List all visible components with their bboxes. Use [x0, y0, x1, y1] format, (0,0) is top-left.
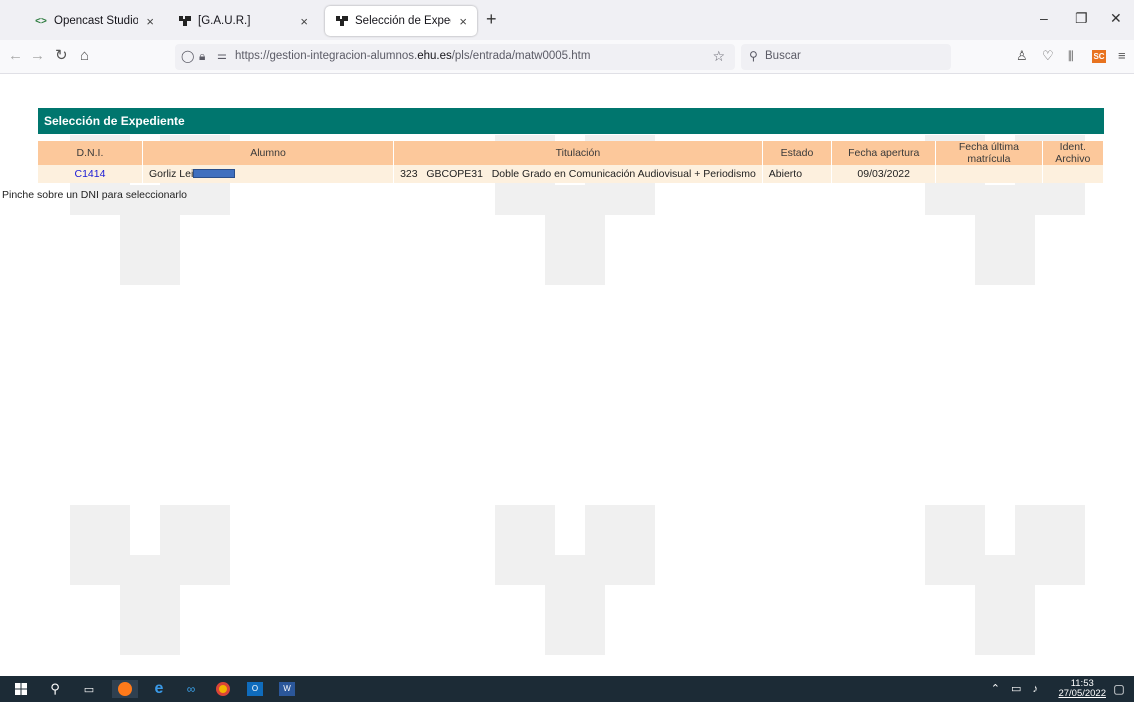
reload-icon[interactable]: ↻ — [55, 48, 68, 64]
pocket-icon[interactable]: ♡ — [1042, 48, 1054, 64]
ehu-watermark-icon — [70, 505, 230, 655]
tab-gaur[interactable]: [G.A.U.R.] × — [168, 6, 318, 36]
close-tab-icon[interactable]: × — [459, 14, 467, 29]
account-icon[interactable]: ♙ — [1016, 48, 1028, 64]
tab-title: [G.A.U.R.] — [198, 15, 251, 27]
minimize-icon[interactable]: – — [1040, 10, 1048, 26]
column-header-fecha-ultima-matricula: Fecha última matrícula — [935, 141, 1043, 165]
tab-opencast-studio[interactable]: <> Opencast Studio × — [24, 6, 164, 36]
close-tab-icon[interactable]: × — [300, 14, 308, 29]
windows-start-icon[interactable] — [12, 680, 30, 698]
task-view-icon[interactable]: ▭ — [80, 680, 98, 698]
table-row: C1414 Gorliz Leio 323 GBCOPE31 Doble Gra… — [38, 165, 1105, 183]
lock-icon[interactable]: 🔒︎ — [199, 49, 205, 64]
bookmark-star-icon[interactable]: ☆ — [712, 48, 725, 65]
fecha-ultima-matricula-cell — [935, 165, 1043, 183]
forward-icon[interactable]: → — [30, 48, 45, 64]
alumno-cell: Gorliz Leio — [142, 165, 395, 183]
page-title: Selección de Expediente — [38, 108, 1104, 134]
home-icon[interactable]: ⌂ — [80, 48, 89, 64]
expedientes-table: D.N.I. Alumno Titulación Estado Fecha ap… — [38, 141, 1105, 183]
titulacion-cell: 323 GBCOPE31 Doble Grado en Comunicación… — [393, 165, 763, 183]
estado-cell: Abierto — [762, 165, 833, 183]
column-header-estado: Estado — [762, 141, 833, 165]
close-window-icon[interactable]: ✕ — [1110, 10, 1122, 27]
restore-icon[interactable]: ❐ — [1075, 10, 1088, 27]
permissions-icon[interactable]: ⚌ — [217, 49, 227, 62]
column-header-fecha-apertura: Fecha apertura — [831, 141, 937, 165]
ident-archivo-cell — [1042, 165, 1105, 183]
word-icon[interactable]: W — [278, 680, 296, 698]
search-icon: ⚲ — [749, 49, 758, 63]
column-header-titulacion: Titulación — [393, 141, 763, 165]
table-header-row: D.N.I. Alumno Titulación Estado Fecha ap… — [38, 141, 1105, 165]
tab-title: Selección de Expediente — [355, 15, 451, 27]
system-tray-icons[interactable]: ⌃ ▭ ♪ — [991, 682, 1042, 695]
back-icon[interactable]: ← — [8, 48, 23, 64]
tab-title: Opencast Studio — [54, 15, 139, 27]
ehu-watermark-icon — [925, 505, 1085, 655]
tab-seleccion-expediente[interactable]: Selección de Expediente × — [325, 6, 477, 36]
taskbar: ⚲ ▭ e ∞ O W ⌃ ▭ ♪ 11:53 27/05/2022 ▢ — [0, 676, 1134, 702]
search-placeholder: Buscar — [765, 50, 801, 62]
column-header-dni: D.N.I. — [38, 141, 143, 165]
browser-nav-bar: ← → ↻ ⌂ ◯ 🔒︎ ⚌ https://gestion-integraci… — [0, 40, 1134, 74]
selection-hint: Pinche sobre un DNI para seleccionarlo — [2, 189, 188, 201]
firefox-icon[interactable] — [112, 680, 138, 698]
chrome-icon[interactable] — [214, 680, 232, 698]
shield-icon[interactable]: ◯ — [181, 49, 194, 63]
search-input[interactable]: ⚲ Buscar — [741, 44, 951, 70]
menu-icon[interactable]: ≡ — [1118, 48, 1126, 64]
column-header-alumno: Alumno — [142, 141, 395, 165]
dni-cell: C1414 — [38, 165, 143, 183]
url-bar[interactable]: ◯ 🔒︎ ⚌ https://gestion-integracion-alumn… — [175, 44, 735, 70]
ehu-watermark-icon — [495, 505, 655, 655]
page-content: Selección de Expediente D.N.I. Alumno Ti… — [0, 75, 1134, 675]
url-text: https://gestion-integracion-alumnos.ehu.… — [235, 50, 591, 62]
edge-icon[interactable]: e — [150, 680, 168, 698]
ehu-logo-icon — [335, 14, 349, 28]
infinity-app-icon[interactable]: ∞ — [182, 680, 200, 698]
close-tab-icon[interactable]: × — [146, 14, 154, 29]
opencast-icon: <> — [35, 15, 47, 27]
fecha-apertura-cell: 09/03/2022 — [831, 165, 937, 183]
outlook-icon[interactable]: O — [246, 680, 264, 698]
search-icon[interactable]: ⚲ — [46, 680, 64, 698]
redaction-box — [193, 168, 236, 178]
notifications-icon[interactable]: ▢ — [1110, 680, 1128, 698]
ehu-logo-icon — [178, 14, 192, 28]
browser-tab-bar: <> Opencast Studio × [G.A.U.R.] × Selecc… — [0, 0, 1134, 40]
dni-link[interactable]: C1414 — [74, 168, 105, 180]
clock[interactable]: 11:53 27/05/2022 — [1058, 679, 1106, 699]
new-tab-button[interactable]: + — [486, 10, 497, 28]
column-header-ident-archivo: Ident. Archivo — [1042, 141, 1105, 165]
library-icon[interactable]: ⫼ — [1068, 48, 1074, 64]
extension-icon[interactable]: SC — [1092, 50, 1106, 63]
